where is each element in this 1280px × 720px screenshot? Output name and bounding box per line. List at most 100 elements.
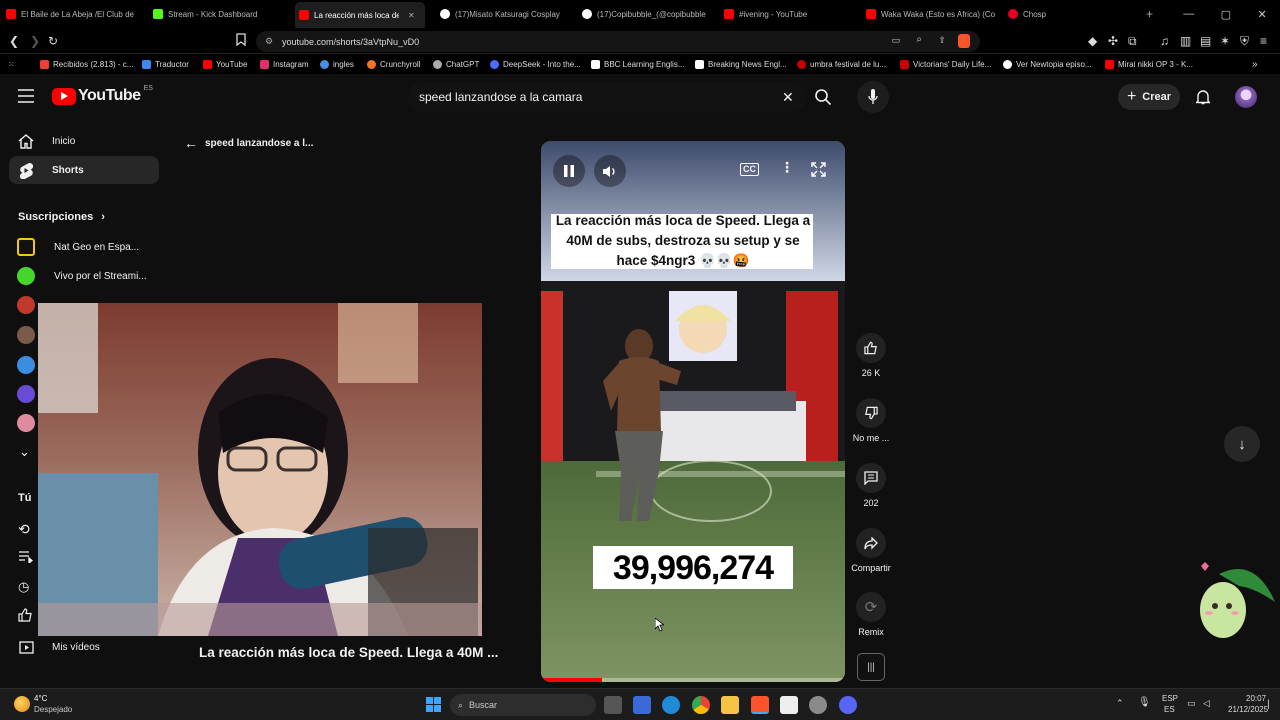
bookmark-item[interactable]: Victorians' Daily Life... xyxy=(900,57,991,71)
bookmark-item[interactable]: Traductor xyxy=(142,57,189,71)
bookmark-icon[interactable] xyxy=(236,33,246,46)
channel-avatar[interactable] xyxy=(17,385,35,403)
brave-rewards-icon[interactable]: ▲ xyxy=(957,33,969,49)
chevron-down-icon[interactable]: ⌄ xyxy=(19,444,30,460)
bookmark-item[interactable]: Crunchyroll xyxy=(367,57,420,71)
chrome-icon[interactable] xyxy=(692,696,710,714)
chevron-up-icon[interactable]: ⌃ xyxy=(1116,698,1124,709)
sidebar-channel[interactable]: Nat Geo en Espa... xyxy=(17,238,139,256)
store-icon[interactable] xyxy=(633,696,651,714)
menu-icon[interactable]: ≡ xyxy=(1260,33,1267,49)
audio-thumbnail[interactable]: ||| xyxy=(857,653,885,681)
channel-avatar[interactable] xyxy=(17,414,35,432)
bookmark-item[interactable]: YouTube xyxy=(203,57,247,71)
bookmark-item[interactable]: umbra festival de lu... xyxy=(797,57,886,71)
minimize-icon[interactable]: — xyxy=(1183,8,1194,20)
bookmark-item[interactable]: Breaking News Engl... xyxy=(695,57,787,71)
windows-start-icon[interactable] xyxy=(426,697,441,712)
weather-temp[interactable]: 4°C xyxy=(34,694,47,703)
forward-icon[interactable]: ❯ xyxy=(30,33,40,49)
bookmark-item[interactable]: DeepSeek - Into the... xyxy=(490,57,581,71)
share-button[interactable]: Compartir xyxy=(848,528,894,573)
sidebar-item-my-videos[interactable]: Mis vídeos xyxy=(9,633,159,661)
sidebar-item-shorts[interactable]: Shorts xyxy=(9,156,159,184)
discord-icon[interactable] xyxy=(839,696,857,714)
vpn-icon[interactable]: ⛨ xyxy=(1240,33,1249,49)
dislike-button[interactable]: No me ... xyxy=(848,398,894,443)
music-icon[interactable]: ♫ xyxy=(1160,33,1169,49)
address-bar[interactable]: ⚙ youtube.com/shorts/3aVtpNu_vD0 ⇪ ⌕ ▭ xyxy=(256,31,980,52)
remix-button[interactable]: ⟳ Remix xyxy=(848,592,894,637)
comments-button[interactable]: 202 xyxy=(848,463,894,508)
create-button[interactable]: + Crear xyxy=(1118,84,1180,110)
avatar[interactable] xyxy=(1235,86,1257,108)
weather-desc[interactable]: Despejado xyxy=(34,705,72,714)
liked-icon[interactable] xyxy=(18,608,33,622)
close-tab-icon[interactable]: ✕ xyxy=(408,11,415,20)
wallet-icon[interactable]: ▤ xyxy=(1200,33,1211,49)
bookmark-item[interactable]: Recibidos (2.813) - c... xyxy=(40,57,133,71)
puzzle-icon[interactable]: ✣ xyxy=(1108,33,1118,49)
channel-avatar[interactable] xyxy=(17,296,35,314)
you-heading[interactable]: Tú xyxy=(18,492,31,504)
sidebar-channel[interactable]: Vivo por el Streami... xyxy=(17,267,147,285)
browser-tab[interactable]: Stream - Kick Dashboard xyxy=(153,4,288,24)
bookmark-item[interactable]: ingles xyxy=(320,57,354,71)
clock-date[interactable]: 21/12/2025 xyxy=(1228,705,1268,714)
search-icon[interactable] xyxy=(814,88,832,106)
share-icon[interactable]: ⇪ xyxy=(938,35,946,46)
back-to-search-button[interactable]: ← speed lanzandose a l... xyxy=(184,135,313,151)
more-options-icon[interactable]: ⋮ xyxy=(780,160,794,174)
progress-bar[interactable] xyxy=(541,678,845,682)
task-view-icon[interactable] xyxy=(604,696,622,714)
site-info-icon[interactable]: ⚙ xyxy=(265,36,273,47)
back-icon[interactable]: ❮ xyxy=(9,33,19,49)
browser-tab[interactable]: El Baile de La Abeja /El Club de xyxy=(6,4,146,24)
taskbar-search[interactable]: ⌕ Buscar xyxy=(450,694,596,716)
desktop-pet-mascot[interactable] xyxy=(1195,558,1277,642)
new-tab-button[interactable]: + xyxy=(1146,4,1160,24)
extension-icon[interactable]: ◆ xyxy=(1088,33,1097,49)
watch-later-icon[interactable]: ◷ xyxy=(18,579,29,595)
volume-button[interactable] xyxy=(594,155,626,187)
reload-icon[interactable]: ↻ xyxy=(48,33,58,49)
pause-button[interactable] xyxy=(553,155,585,187)
close-window-icon[interactable]: ✕ xyxy=(1258,8,1267,21)
playlists-icon[interactable] xyxy=(19,551,33,563)
captions-icon[interactable]: CC xyxy=(740,163,759,176)
more-bookmarks-icon[interactable]: » xyxy=(1252,57,1258,71)
voice-search-icon[interactable] xyxy=(857,81,889,113)
bookmark-item[interactable]: ChatGPT xyxy=(433,57,479,71)
notifications-bell-icon[interactable] xyxy=(1196,89,1210,105)
browser-tab-active[interactable]: La reacción más loca de ✕ xyxy=(295,2,425,28)
browser-tab[interactable]: (17)Misato Katsuragi Cosplay xyxy=(440,4,575,24)
bookmark-item[interactable]: Mirai nikki OP 3 - K... xyxy=(1105,57,1193,71)
short-title[interactable]: La reacción más loca de Speed. Llega a 4… xyxy=(199,645,529,660)
shorts-video-player[interactable]: CC ⋮ La reacción más loca de Speed. Lleg… xyxy=(541,141,845,682)
channel-avatar[interactable] xyxy=(17,326,35,344)
leo-icon[interactable]: ✶ xyxy=(1220,33,1230,49)
notepad-icon[interactable] xyxy=(780,696,798,714)
search-input[interactable]: speed lanzandose a la camara xyxy=(408,82,806,112)
sidebar-item-home[interactable]: Inicio xyxy=(9,127,159,155)
fullscreen-icon[interactable] xyxy=(811,162,826,177)
edge-icon[interactable] xyxy=(662,696,680,714)
browser-tab[interactable]: (17)Copibubble_(@copibubble xyxy=(582,4,717,24)
youtube-logo[interactable]: YouTube ES xyxy=(52,85,153,105)
language-indicator[interactable]: ESP xyxy=(1162,694,1178,703)
settings-gear-icon[interactable] xyxy=(809,696,827,714)
speaker-icon[interactable]: ◁ xyxy=(1203,698,1210,709)
hamburger-menu-icon[interactable] xyxy=(18,89,34,103)
cast-icon[interactable]: ▭ xyxy=(891,35,900,46)
apps-icon[interactable]: ⁙ xyxy=(8,57,15,71)
history-icon[interactable]: ⟲ xyxy=(18,521,30,538)
maximize-icon[interactable]: ▢ xyxy=(1221,8,1231,21)
file-explorer-icon[interactable] xyxy=(721,696,739,714)
zoom-icon[interactable]: ⌕ xyxy=(916,34,922,45)
bookmark-item[interactable]: Ver Newtopia episo... xyxy=(1003,57,1092,71)
clock-time[interactable]: 20:07 xyxy=(1246,694,1266,703)
brave-icon[interactable] xyxy=(751,696,769,714)
clear-search-icon[interactable]: ✕ xyxy=(782,89,794,106)
bookmark-item[interactable]: BBC Learning Englis... xyxy=(591,57,685,71)
microphone-icon[interactable]: 🎙 xyxy=(1138,697,1151,708)
